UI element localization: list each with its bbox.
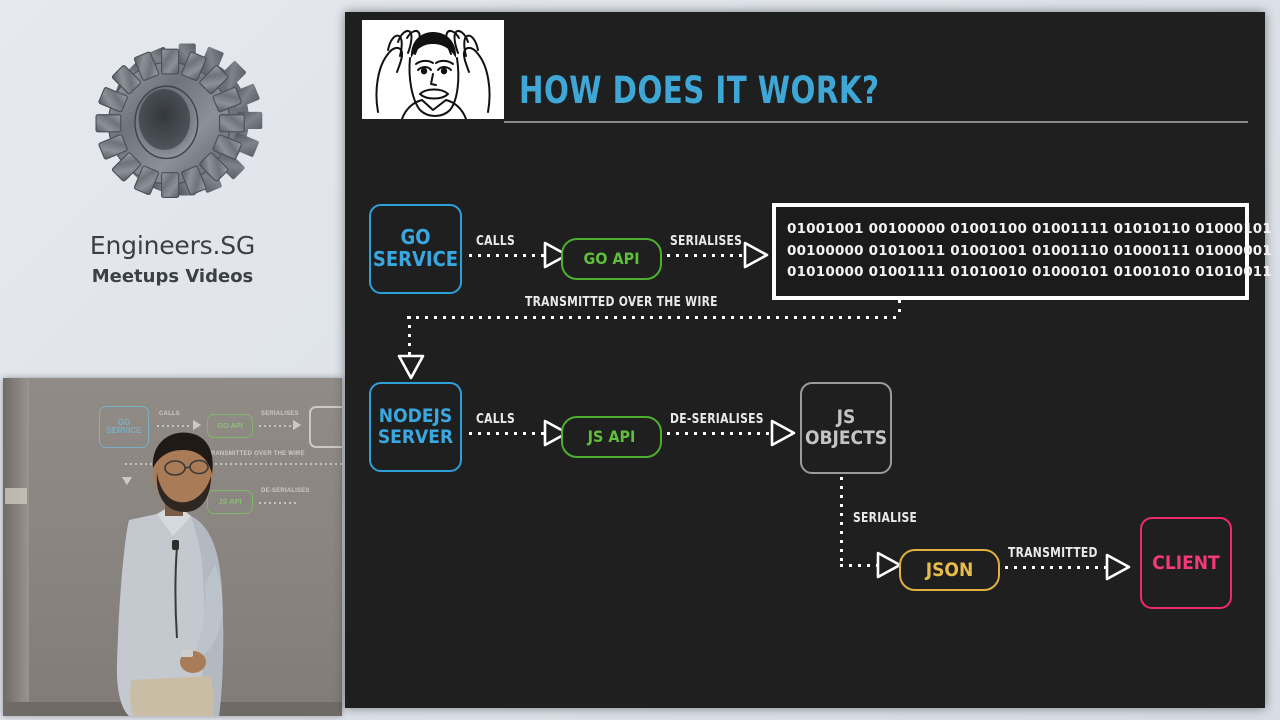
binary-data-box: 01001001 00100000 01001100 01001111 0101… bbox=[772, 203, 1272, 300]
door-handle bbox=[5, 488, 27, 504]
projected-arrow-2 bbox=[293, 420, 301, 430]
dotted-line-serialise-down bbox=[840, 477, 843, 566]
arrowhead-serialises bbox=[743, 240, 769, 270]
slide-header: HOW DOES IT WORK? bbox=[362, 20, 1248, 132]
brand-subtitle: Meetups Videos bbox=[91, 266, 254, 287]
node-client[interactable]: CLIENT bbox=[1140, 517, 1232, 609]
node-js-objects[interactable]: JS OBJECTS bbox=[800, 382, 892, 474]
dotted-line-serialises bbox=[667, 254, 744, 257]
sidebar: Engineers.SG Meetups Videos GO SERVICE CA… bbox=[0, 0, 345, 720]
arrowhead-deserialises bbox=[770, 418, 796, 448]
arrowhead-transmitted bbox=[1105, 552, 1131, 582]
projected-dots-2 bbox=[259, 425, 291, 427]
edge-label-deserialises: DE-SERIALISES bbox=[670, 412, 764, 427]
projected-label-deserialises: DE-SERIALISES bbox=[261, 488, 310, 494]
projected-dots-3 bbox=[259, 502, 299, 504]
node-js-api[interactable]: JS API bbox=[561, 416, 662, 458]
arrowhead-wire-down bbox=[396, 354, 426, 380]
gear-icon bbox=[78, 22, 268, 217]
presentation-slide: HOW DOES IT WORK? GO SERVICE CALLS GO AP… bbox=[345, 12, 1272, 708]
projected-binary-box bbox=[309, 406, 342, 448]
dotted-line-calls-2 bbox=[469, 432, 544, 435]
edge-label-transmitted: TRANSMITTED bbox=[1008, 546, 1098, 561]
dotted-line-serialise-right bbox=[840, 564, 880, 567]
speaker-video-thumbnail[interactable]: GO SERVICE CALLS GO API SERIALISES TRANSM… bbox=[3, 378, 342, 716]
node-nodejs-server[interactable]: NODEJS SERVER bbox=[369, 382, 462, 472]
node-go-api[interactable]: GO API bbox=[561, 238, 662, 280]
title-divider bbox=[504, 121, 1248, 123]
edge-label-calls-2: CALLS bbox=[476, 412, 516, 427]
dotted-line-deserialises bbox=[667, 432, 772, 435]
page-title: HOW DOES IT WORK? bbox=[519, 69, 880, 112]
edge-label-serialises: SERIALISES bbox=[670, 234, 743, 249]
door-frame bbox=[3, 378, 29, 716]
dotted-line-calls-1 bbox=[469, 254, 544, 257]
binary-line: 00100000 01010011 01001001 01001110 0100… bbox=[787, 242, 1272, 259]
binary-line: 01010000 01001111 01010010 01000101 0100… bbox=[787, 264, 1272, 281]
edge-label-calls-1: CALLS bbox=[476, 234, 516, 249]
facepalm-meme-icon bbox=[362, 20, 504, 119]
edge-label-serialise: SERIALISE bbox=[853, 511, 918, 526]
node-json[interactable]: JSON bbox=[899, 549, 1000, 591]
dotted-line-wire-horizontal bbox=[407, 316, 901, 319]
node-go-service[interactable]: GO SERVICE bbox=[369, 204, 462, 294]
brand-title: Engineers.SG bbox=[89, 231, 256, 260]
brand-block: Engineers.SG Meetups Videos bbox=[0, 10, 345, 290]
projected-label-calls: CALLS bbox=[159, 411, 180, 417]
projected-label-serialises: SERIALISES bbox=[261, 411, 299, 417]
dotted-line-transmitted bbox=[1005, 566, 1106, 569]
speaker-figure bbox=[95, 424, 245, 716]
binary-line: 01001001 00100000 01001100 01001111 0101… bbox=[787, 220, 1272, 237]
dotted-line-wire-down-left bbox=[408, 316, 411, 356]
edge-label-transmitted-over-wire: TRANSMITTED OVER THE WIRE bbox=[525, 295, 718, 310]
